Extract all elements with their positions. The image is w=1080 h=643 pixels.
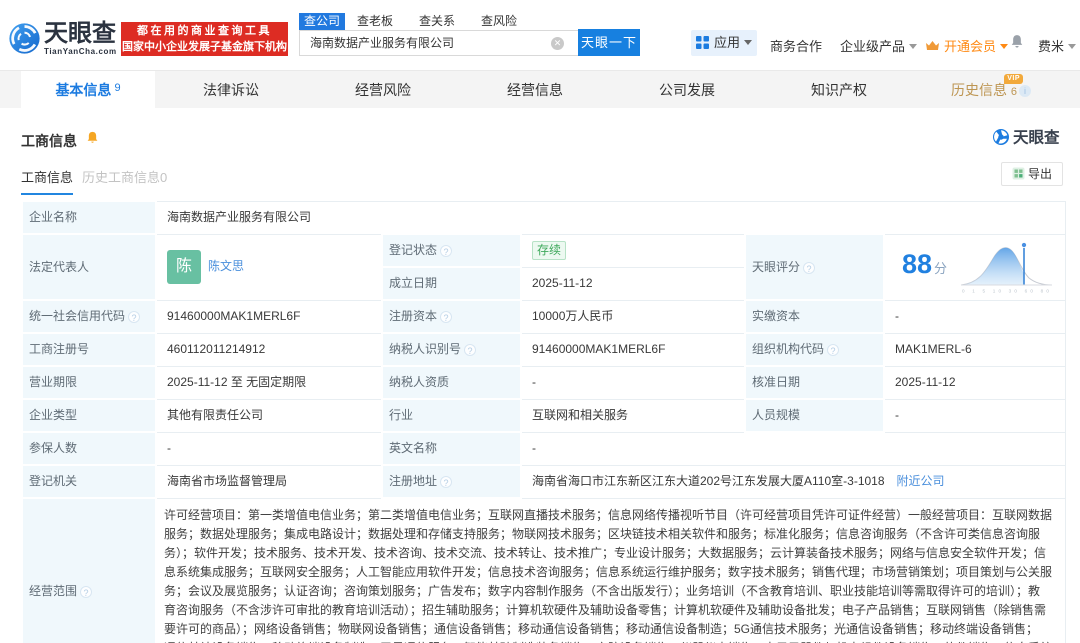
svg-text:0 1 5 10 30 60 80 90 95 100: 0 1 5 10 30 60 80 90 95 100 — [962, 288, 1055, 293]
svg-text:天眼查: 天眼查 — [1013, 128, 1060, 147]
